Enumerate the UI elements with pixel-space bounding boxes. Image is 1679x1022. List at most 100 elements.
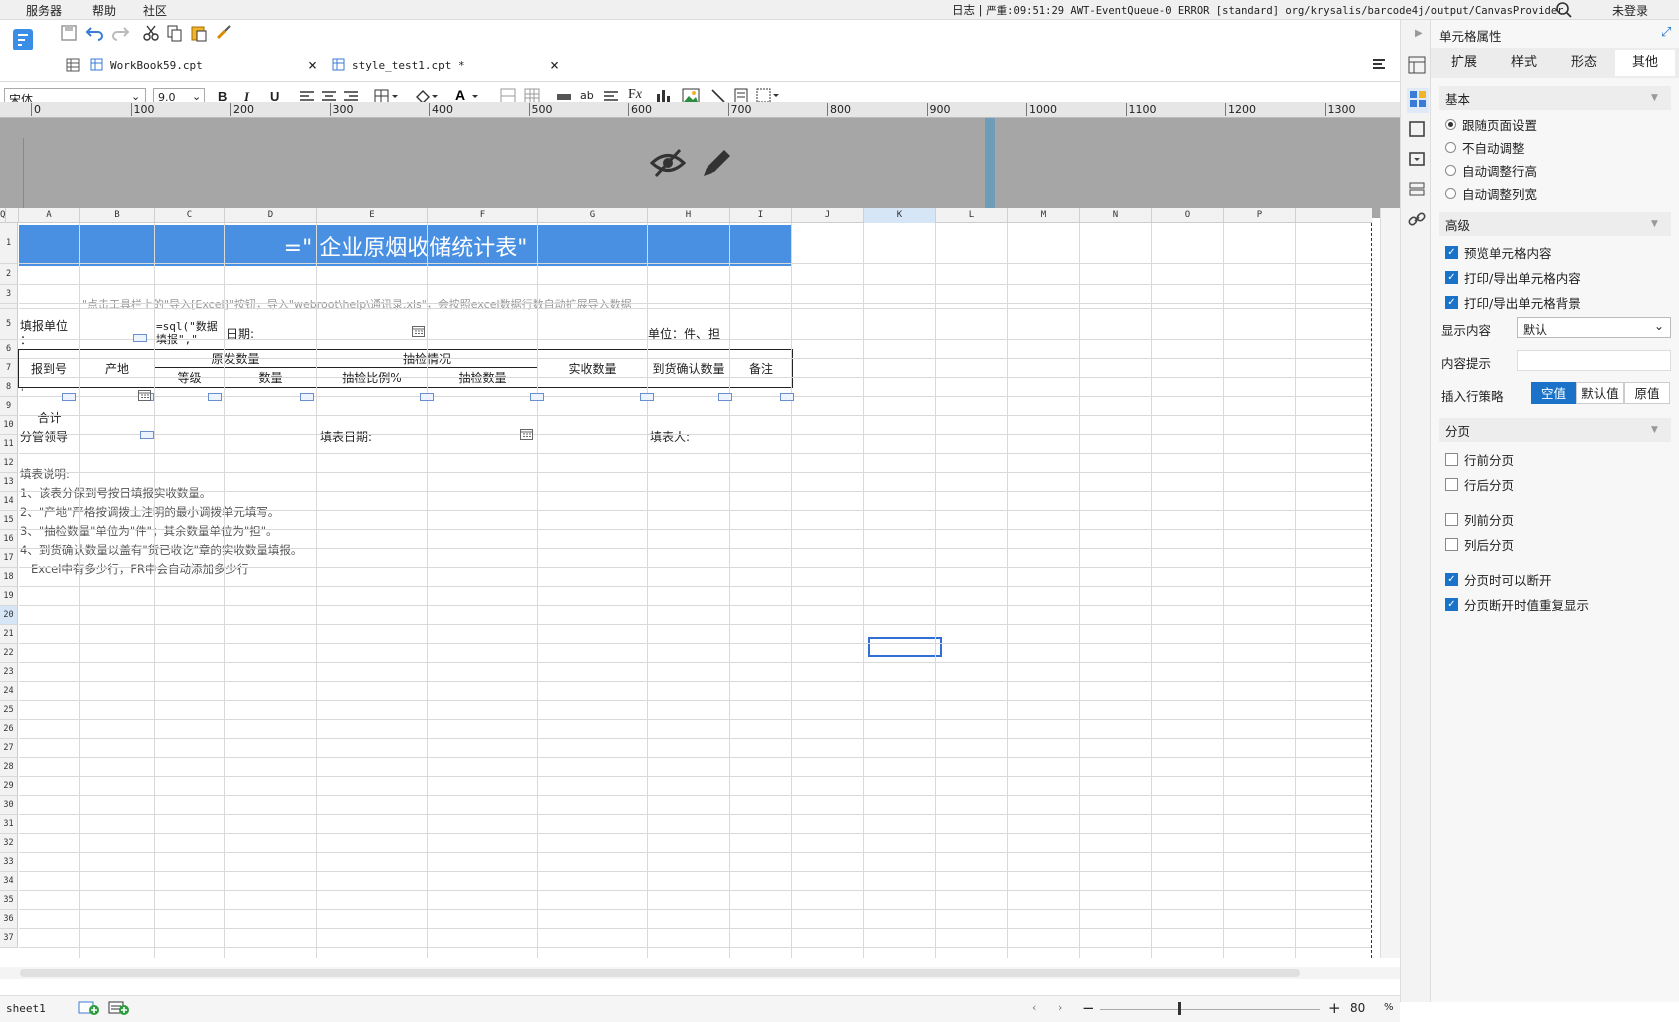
save-icon[interactable] bbox=[60, 24, 78, 45]
column-header[interactable]: G bbox=[538, 208, 648, 223]
column-header[interactable]: N bbox=[1080, 208, 1152, 223]
row-header[interactable]: 27 bbox=[0, 739, 18, 758]
scrollbar-thumb[interactable] bbox=[20, 969, 1300, 977]
row-header[interactable]: 29 bbox=[0, 777, 18, 796]
cell-widget-icon[interactable] bbox=[300, 393, 314, 401]
row-header[interactable]: 9 bbox=[0, 397, 18, 416]
radio-no-auto[interactable]: 不自动调整 bbox=[1445, 138, 1525, 157]
row-header[interactable]: 19 bbox=[0, 587, 18, 606]
report-title[interactable]: =" 企业原烟收储统计表" bbox=[19, 225, 792, 266]
row-header[interactable]: 3 bbox=[0, 285, 18, 304]
cell-widget-icon[interactable] bbox=[133, 334, 147, 342]
column-header[interactable]: M bbox=[1008, 208, 1080, 223]
login-status[interactable]: 未登录 bbox=[1612, 2, 1648, 19]
frame-icon[interactable] bbox=[1408, 120, 1426, 141]
check-repeat-on-break[interactable]: ✓ 分页断开时值重复显示 bbox=[1445, 595, 1589, 614]
pin-icon[interactable]: ⤢ bbox=[1661, 25, 1671, 40]
cell-widget-icon[interactable] bbox=[208, 393, 222, 401]
sheet-tab[interactable]: sheet1 bbox=[6, 1002, 46, 1015]
note-line[interactable]: Excel中有多少行，FR中会自动添加多少行 bbox=[20, 560, 249, 578]
note-line[interactable]: 4、到货确认数量以盖有"货已收讫"章的实收数量填报。 bbox=[20, 541, 302, 559]
widget-icon[interactable] bbox=[1408, 150, 1426, 171]
menu-community[interactable]: 社区 bbox=[143, 2, 167, 19]
tab-expand[interactable]: 扩展 bbox=[1435, 50, 1493, 76]
section-basic[interactable]: 基本 ▼ bbox=[1439, 86, 1671, 110]
check-page-after-row[interactable]: 行后分页 bbox=[1445, 475, 1514, 494]
date-picker-icon[interactable] bbox=[520, 428, 533, 443]
prev-sheet-icon[interactable]: ‹ bbox=[1032, 1001, 1036, 1014]
fill-date-label[interactable]: 填表日期: bbox=[320, 427, 372, 445]
check-page-before-row[interactable]: 行前分页 bbox=[1445, 450, 1514, 469]
menu-help[interactable]: 帮助 bbox=[92, 2, 116, 19]
grid-menu-icon[interactable] bbox=[66, 58, 80, 75]
content-tip-input[interactable] bbox=[1517, 350, 1671, 371]
selected-cell-k20[interactable] bbox=[868, 637, 942, 657]
menu-server[interactable]: 服务器 bbox=[26, 2, 62, 19]
row-header[interactable]: 36 bbox=[0, 910, 18, 929]
column-header[interactable]: L bbox=[936, 208, 1008, 223]
check-preview-content[interactable]: ✓ 预览单元格内容 bbox=[1445, 243, 1552, 262]
leader-label[interactable]: 分管领导 bbox=[20, 427, 68, 445]
note-line[interactable]: 2、"产地"严格按调拨上注明的最小调拨单元填写。 bbox=[20, 503, 279, 521]
display-content-select[interactable]: 默认 ⌄ bbox=[1517, 317, 1671, 338]
row-header[interactable]: 18 bbox=[0, 568, 18, 587]
column-header[interactable]: A bbox=[19, 208, 80, 223]
cell-widget-icon[interactable] bbox=[530, 393, 544, 401]
next-sheet-icon[interactable]: › bbox=[1058, 1001, 1062, 1014]
header-report-no[interactable]: 报到号 bbox=[19, 350, 80, 387]
search-icon[interactable] bbox=[1555, 1, 1573, 22]
column-header[interactable]: Q bbox=[0, 208, 7, 223]
header-origin[interactable]: 产地 bbox=[80, 350, 155, 387]
text-ab-icon[interactable]: ab bbox=[580, 89, 594, 102]
row-header[interactable]: 35 bbox=[0, 891, 18, 910]
row-header[interactable]: 8 bbox=[0, 378, 18, 397]
row-header[interactable]: 28 bbox=[0, 758, 18, 777]
row-header[interactable]: 30 bbox=[0, 796, 18, 815]
row-header[interactable]: 17 bbox=[0, 549, 18, 568]
insert-policy-original[interactable]: 原值 bbox=[1624, 382, 1670, 404]
row-header[interactable]: 37 bbox=[0, 929, 18, 948]
header-remark[interactable]: 备注 bbox=[730, 350, 792, 387]
row-header[interactable]: 31 bbox=[0, 815, 18, 834]
column-header[interactable]: E bbox=[317, 208, 428, 223]
hyperlink-icon[interactable] bbox=[1408, 210, 1426, 231]
cut-icon[interactable] bbox=[142, 24, 160, 45]
cell-widget-icon[interactable] bbox=[62, 393, 76, 401]
row-header[interactable]: 24 bbox=[0, 682, 18, 701]
hidden-eye-icon[interactable] bbox=[649, 148, 687, 181]
date-picker-icon[interactable] bbox=[138, 389, 151, 404]
header-received-qty[interactable]: 实收数量 bbox=[538, 350, 648, 387]
column-header[interactable]: K bbox=[864, 208, 936, 223]
cell-widget-icon[interactable] bbox=[780, 393, 794, 401]
spreadsheet-grid[interactable]: ABCDEFGHIJKLMNOP Q =" 企业原烟收储统计表" "点击工具栏上的… bbox=[0, 208, 1400, 958]
row-header[interactable]: 15 bbox=[0, 511, 18, 530]
zoom-value[interactable]: 80 bbox=[1350, 1001, 1365, 1015]
row-header[interactable]: 13 bbox=[0, 473, 18, 492]
zoom-slider[interactable] bbox=[1100, 1009, 1320, 1010]
row-header[interactable]: 16 bbox=[0, 530, 18, 549]
close-icon[interactable]: × bbox=[550, 56, 559, 74]
column-header[interactable]: F bbox=[428, 208, 538, 223]
row-header[interactable]: 6 bbox=[0, 340, 18, 359]
header-original-qty[interactable]: 原发数量 bbox=[155, 350, 317, 368]
header-arrival-qty[interactable]: 到货确认数量 bbox=[648, 350, 730, 387]
zoom-slider-handle[interactable] bbox=[1178, 1002, 1181, 1015]
tab-style-test1[interactable]: style_test1.cpt * × bbox=[330, 54, 566, 81]
total-label[interactable]: 合计 bbox=[19, 408, 80, 426]
note-line[interactable]: 3、"抽检数量"单位为"件"；其余数量单位为"担"。 bbox=[20, 522, 278, 540]
horizontal-scrollbar[interactable] bbox=[0, 967, 1400, 979]
check-page-breakable[interactable]: ✓ 分页时可以断开 bbox=[1445, 570, 1552, 589]
radio-auto-row-height[interactable]: 自动调整行高 bbox=[1445, 161, 1537, 180]
check-print-background[interactable]: ✓ 打印/导出单元格背景 bbox=[1445, 293, 1581, 312]
cell-attr-icon[interactable] bbox=[1407, 88, 1429, 113]
row-header[interactable]: 14 bbox=[0, 492, 18, 511]
radio-follow-page[interactable]: 跟随页面设置 bbox=[1445, 115, 1537, 134]
format-painter-icon[interactable] bbox=[215, 24, 233, 45]
row-header[interactable]: 32 bbox=[0, 834, 18, 853]
row-header[interactable]: 33 bbox=[0, 853, 18, 872]
error-log-line[interactable]: 日志 | 严重:09:51:29 AWT-EventQueue-0 ERROR … bbox=[952, 2, 1563, 18]
tab-other[interactable]: 其他 bbox=[1615, 50, 1675, 76]
check-print-content[interactable]: ✓ 打印/导出单元格内容 bbox=[1445, 268, 1581, 287]
section-paging[interactable]: 分页 ▼ bbox=[1439, 418, 1671, 442]
note-line[interactable]: 1、该表分保到号按日填报实收数量。 bbox=[20, 484, 211, 502]
